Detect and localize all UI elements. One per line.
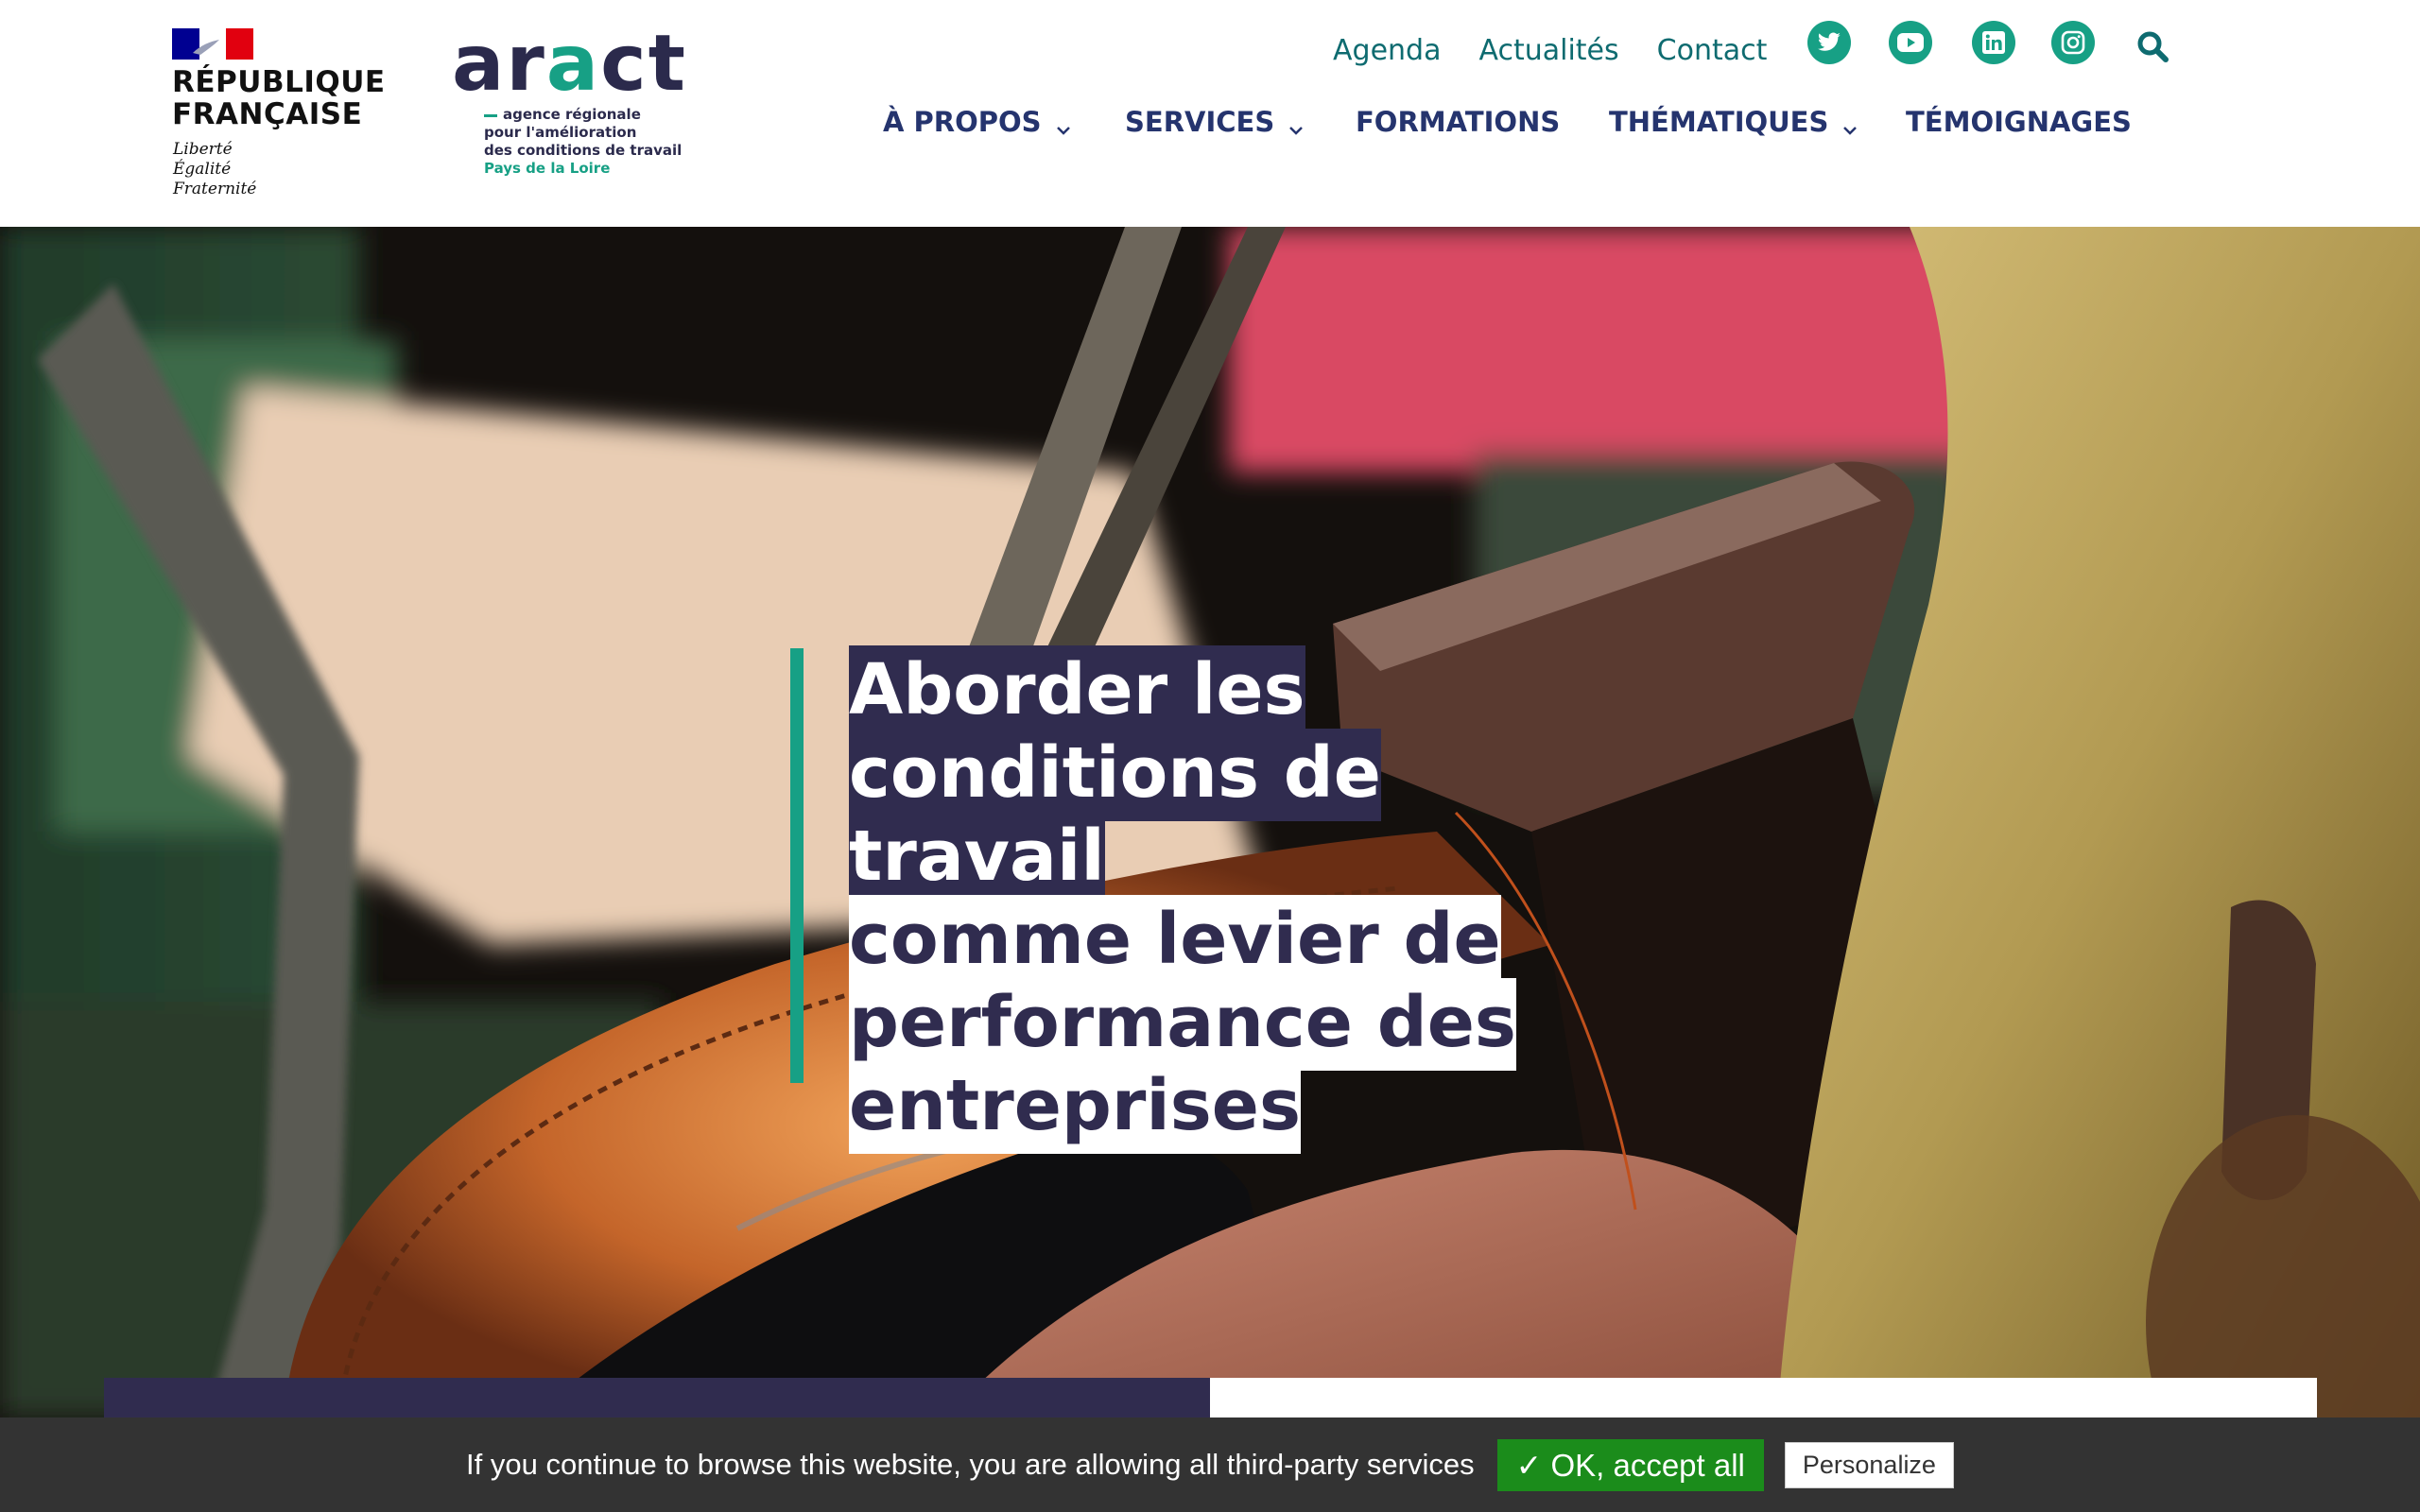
chevron-down-icon — [1055, 113, 1072, 135]
aract-logo[interactable]: aract agence régionale pour l'améliorati… — [452, 19, 698, 187]
hero-banner: Aborder les conditions de travail comme … — [0, 227, 2420, 1418]
chevron-down-icon — [1288, 113, 1305, 135]
marianne-flag-icon — [172, 28, 253, 60]
nav-services-label: SERVICES — [1125, 106, 1275, 138]
hero-title-line: Aborder les — [849, 645, 1305, 738]
nav-formations[interactable]: FORMATIONS — [1356, 106, 1560, 138]
hero-title: Aborder les conditions de travail comme … — [849, 645, 1624, 1154]
utility-links: Agenda Actualités Contact — [1333, 26, 1805, 74]
hero-title-line: performance des — [849, 978, 1516, 1071]
aract-wordmark: aract — [452, 19, 687, 109]
aract-region: Pays de la Loire — [484, 160, 611, 177]
twitter-icon[interactable] — [1807, 21, 1851, 64]
nav-a-propos-label: À PROPOS — [883, 106, 1042, 138]
search-icon[interactable] — [2135, 28, 2172, 66]
nav-thematiques[interactable]: THÉMATIQUES — [1609, 106, 1858, 138]
nav-thematiques-label: THÉMATIQUES — [1609, 106, 1829, 138]
republique-francaise-logo[interactable]: RÉPUBLIQUE FRANÇAISE Liberté Égalité Fra… — [172, 28, 385, 203]
nav-temoignages[interactable]: TÉMOIGNAGES — [1906, 106, 2132, 138]
link-actualites[interactable]: Actualités — [1478, 34, 1618, 67]
nav-a-propos[interactable]: À PROPOS — [883, 106, 1072, 138]
cookie-accept-button[interactable]: ✓ OK, accept all — [1496, 1438, 1764, 1491]
hero-title-line: conditions de travail — [849, 729, 1381, 904]
republique-francaise-name: RÉPUBLIQUE FRANÇAISE — [172, 65, 386, 131]
hero-title-line: entreprises — [849, 1061, 1302, 1154]
nav-temoignages-label: TÉMOIGNAGES — [1906, 106, 2132, 138]
nav-formations-label: FORMATIONS — [1356, 106, 1561, 138]
cookie-consent-bar: If you continue to browse this website, … — [0, 1418, 2420, 1512]
instagram-icon[interactable] — [2051, 21, 2095, 64]
hero-accent-bar — [790, 648, 804, 1083]
link-contact[interactable]: Contact — [1657, 34, 1768, 67]
linkedin-icon[interactable] — [1972, 21, 2015, 64]
aract-tagline: agence régionale pour l'amélioration des… — [484, 106, 683, 177]
chevron-down-icon — [1841, 113, 1858, 135]
link-agenda[interactable]: Agenda — [1333, 34, 1441, 67]
youtube-icon[interactable] — [1889, 21, 1932, 64]
cookie-personalize-button[interactable]: Personalize — [1784, 1441, 1954, 1488]
site-header: RÉPUBLIQUE FRANÇAISE Liberté Égalité Fra… — [0, 0, 2420, 227]
republique-motto: Liberté Égalité Fraternité — [173, 140, 257, 198]
cookie-message: If you continue to browse this website, … — [466, 1448, 1475, 1481]
nav-services[interactable]: SERVICES — [1125, 106, 1305, 138]
hero-title-line: comme levier de — [849, 895, 1501, 988]
